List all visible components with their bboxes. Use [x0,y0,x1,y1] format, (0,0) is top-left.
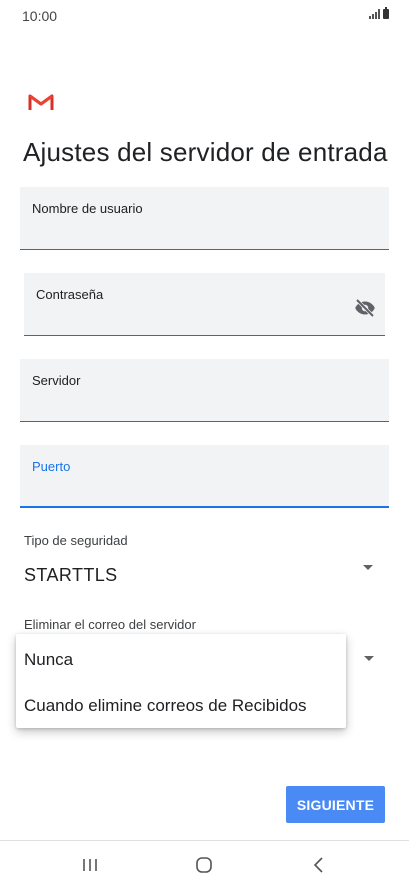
gmail-logo-icon [28,94,54,110]
security-type-value: STARTTLS [24,565,118,585]
password-label: Contraseña [36,287,104,302]
home-icon [196,857,212,873]
status-bar: 10:00 [0,0,409,30]
page-title: Ajustes del servidor de entrada [23,137,388,167]
delete-from-server-label: Eliminar el correo del servidor [24,617,196,632]
port-label: Puerto [32,459,71,474]
port-field[interactable]: Puerto [20,445,389,508]
menu-item-when-deleted-from-inbox[interactable]: Cuando elimine correos de Recibidos [24,696,307,716]
server-field[interactable]: Servidor [20,359,389,422]
arrow-drop-down-icon [363,565,373,570]
password-field[interactable]: Contraseña [24,273,385,336]
security-type-label: Tipo de seguridad [24,533,128,548]
recents-icon [83,859,97,871]
battery-icon [383,7,389,19]
username-label: Nombre de usuario [32,201,143,216]
back-icon [313,857,323,873]
security-type-select[interactable]: STARTTLS [20,556,389,592]
server-label: Servidor [32,373,81,388]
delete-option-menu: Nunca Cuando elimine correos de Recibido… [16,634,346,728]
arrow-drop-down-icon[interactable] [364,656,374,661]
status-time: 10:00 [22,8,58,24]
visibility-off-icon[interactable] [353,295,377,319]
menu-item-never[interactable]: Nunca [24,650,73,670]
username-field[interactable]: Nombre de usuario [20,187,389,250]
signal-icon [369,9,380,19]
navigation-bar [0,841,409,888]
status-icons [369,7,389,19]
home-button[interactable] [189,851,219,879]
next-button[interactable]: SIGUIENTE [286,786,385,823]
recents-button[interactable] [75,851,105,879]
back-button[interactable] [304,851,334,879]
